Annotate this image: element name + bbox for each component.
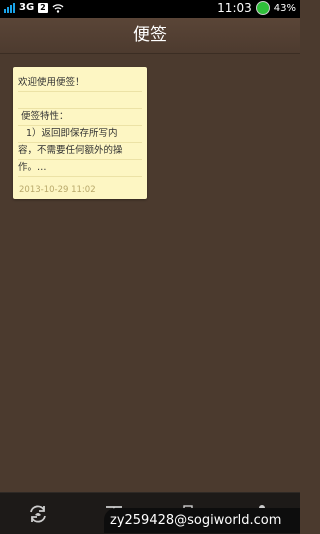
- status-bar: 3G 2 11:03 43%: [0, 0, 300, 18]
- network-type: 3G: [19, 2, 35, 13]
- note-line: 容，不需要任何额外的操: [18, 143, 142, 160]
- note-content: 欢迎使用便签！ 便签特性： 1）返回即保存所写内 容，不需要任何额外的操 作。…: [18, 75, 142, 177]
- page-title: 便签: [133, 25, 167, 45]
- note-line: 欢迎使用便签！: [18, 75, 142, 92]
- note-line: 1）返回即保存所写内: [18, 126, 142, 143]
- sync-icon[interactable]: [26, 503, 50, 525]
- clock: 11:03: [217, 1, 252, 15]
- battery-icon: [255, 1, 270, 15]
- battery-percent: 43%: [273, 2, 296, 14]
- note-date: 2013-10-29 11:02: [19, 185, 96, 195]
- note-line: 作。…: [18, 160, 142, 177]
- sim-badge: 2: [38, 2, 48, 13]
- wifi-icon: [52, 3, 64, 13]
- signal-icon: [4, 2, 15, 13]
- watermark-text: zy259428@sogiworld.com: [104, 508, 300, 533]
- note-card[interactable]: 欢迎使用便签！ 便签特性： 1）返回即保存所写内 容，不需要任何额外的操 作。……: [13, 67, 147, 199]
- note-line: [18, 92, 142, 109]
- title-bar: 便签: [0, 18, 300, 54]
- note-line: 便签特性：: [18, 109, 142, 126]
